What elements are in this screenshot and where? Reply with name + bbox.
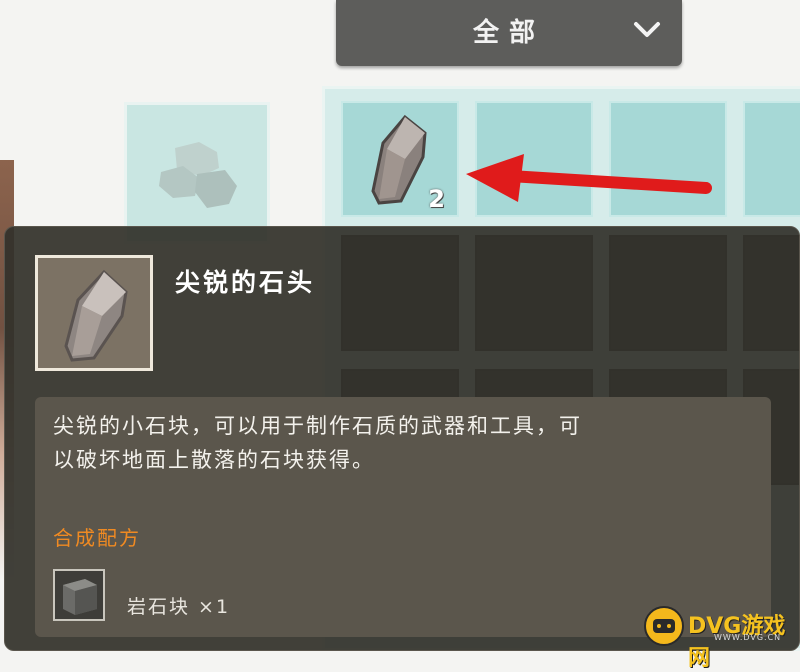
item-preview-frame [35, 255, 153, 371]
stone-cluster-icon [159, 142, 237, 208]
description-line: 尖锐的小石块，可以用于制作石质的武器和工具，可 [53, 414, 582, 438]
equipment-slot[interactable] [124, 102, 270, 244]
inventory-slot[interactable] [743, 101, 800, 217]
item-description: 尖锐的小石块，可以用于制作石质的武器和工具，可 以破坏地面上散落的石块获得。 [53, 409, 753, 477]
description-line: 以破坏地面上散落的石块获得。 [53, 448, 375, 472]
red-arrow-icon [466, 154, 712, 202]
filter-label: 全部 [472, 18, 545, 48]
chevron-down-icon[interactable] [632, 18, 662, 42]
item-tooltip: 尖锐的石头 尖锐的小石块，可以用于制作石质的武器和工具，可 以破坏地面上散落的石… [4, 226, 800, 651]
site-watermark: DVG游戏网 WWW.DVG.CN [644, 604, 800, 671]
inventory-slot-selected[interactable]: 2 [341, 101, 459, 217]
ingredient-label: 岩石块 ×1 [127, 596, 231, 618]
rock-block-icon [53, 569, 105, 621]
item-stack-count: 2 [428, 185, 445, 213]
recipe-title: 合成配方 [53, 526, 141, 550]
gamepad-logo-icon [644, 606, 684, 646]
description-box: 尖锐的小石块，可以用于制作石质的武器和工具，可 以破坏地面上散落的石块获得。 合… [35, 397, 771, 637]
item-name: 尖锐的石头 [175, 268, 316, 297]
watermark-subtext: WWW.DVG.CN [714, 633, 782, 642]
category-filter-dropdown[interactable]: 全部 [336, 0, 682, 66]
sharp-stone-icon [371, 114, 427, 205]
sharp-stone-icon [64, 269, 128, 362]
